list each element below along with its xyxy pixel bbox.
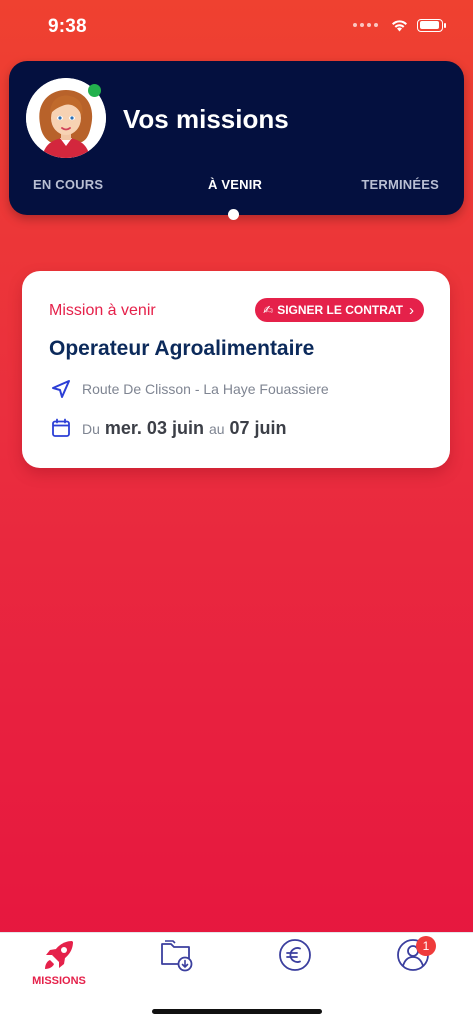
wifi-icon: [392, 20, 407, 32]
status-bar: 9:38: [0, 0, 473, 54]
mission-card[interactable]: Mission à venir ✍ SIGNER LE CONTRAT › Op…: [22, 271, 450, 468]
nav-profile[interactable]: 1: [354, 933, 472, 993]
mission-status: Mission à venir: [49, 302, 156, 319]
tab-en-cours[interactable]: EN COURS: [33, 177, 103, 192]
signal-icon: [353, 23, 378, 27]
date-separator: au: [208, 420, 225, 437]
mission-title: Operateur Agroalimentaire: [49, 337, 315, 360]
rocket-icon: [39, 937, 79, 973]
tab-a-venir[interactable]: À VENIR: [208, 177, 262, 192]
mission-location-row: Route De Clisson - La Haye Fouassiere: [50, 378, 329, 400]
chevron-right-icon: ›: [409, 301, 414, 319]
nav-documents[interactable]: [118, 933, 236, 993]
active-tab-indicator: [228, 209, 239, 220]
navigation-arrow-icon: [50, 378, 72, 400]
date-end: 07 juin: [229, 417, 287, 438]
tab-terminees[interactable]: TERMINÉES: [361, 177, 439, 192]
mission-tabs: EN COURS À VENIR TERMINÉES: [9, 177, 464, 197]
battery-icon: [417, 18, 446, 32]
sign-contract-button[interactable]: ✍ SIGNER LE CONTRAT ›: [255, 298, 424, 322]
mission-location: Route De Clisson - La Haye Fouassiere: [82, 381, 329, 397]
status-time: 9:38: [48, 16, 87, 37]
mission-dates: Du mer. 03 juin au 07 juin: [82, 418, 287, 439]
mission-dates-row: Du mer. 03 juin au 07 juin: [50, 417, 287, 439]
page-title: Vos missions: [123, 104, 289, 134]
nav-payments[interactable]: [236, 933, 354, 993]
calendar-icon: [50, 417, 72, 439]
online-status-indicator: [88, 84, 101, 97]
date-start: mer. 03 juin: [104, 417, 204, 438]
nav-missions[interactable]: MISSIONS: [0, 933, 118, 993]
missions-header: Vos missions EN COURS À VENIR TERMINÉES: [9, 61, 464, 215]
home-indicator[interactable]: [152, 1009, 322, 1014]
user-icon: 1: [393, 936, 436, 973]
euro-icon: [275, 937, 315, 973]
notification-badge: 1: [416, 936, 436, 956]
writing-hand-icon: ✍: [263, 303, 274, 317]
date-prefix: Du: [82, 420, 100, 437]
nav-missions-label: MISSIONS: [32, 975, 86, 987]
folder-download-icon: [157, 937, 197, 973]
status-icons: [353, 18, 446, 32]
sign-contract-label: SIGNER LE CONTRAT: [277, 303, 403, 317]
